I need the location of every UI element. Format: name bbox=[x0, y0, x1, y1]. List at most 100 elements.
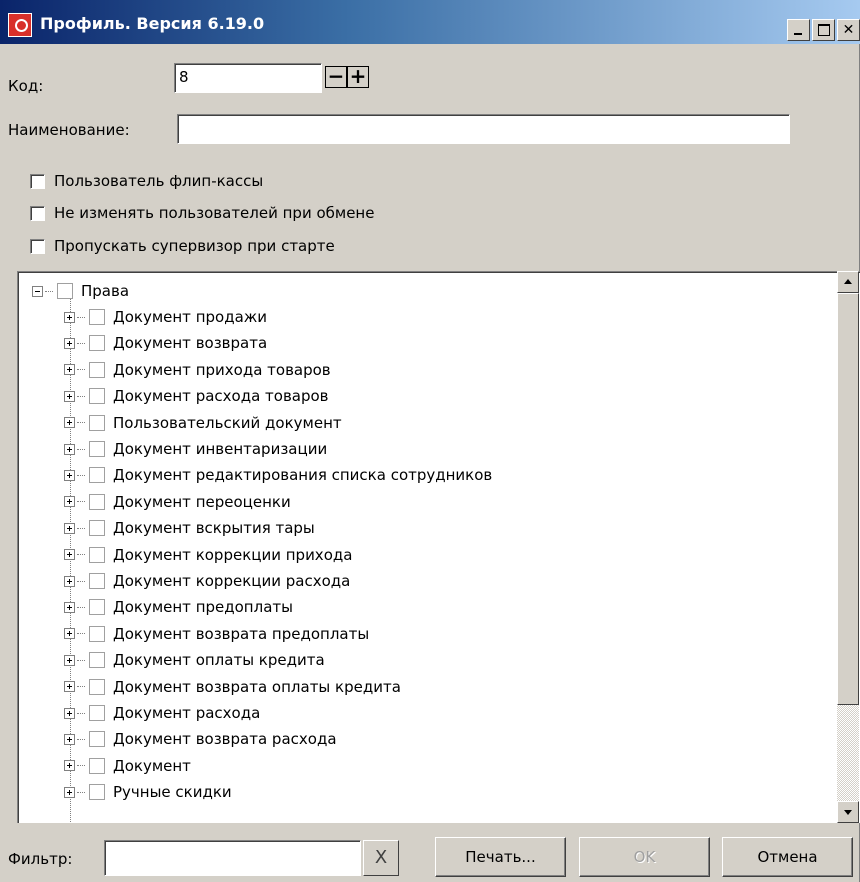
app-icon bbox=[8, 13, 32, 37]
tree-item-checkbox[interactable] bbox=[89, 705, 105, 721]
no-change-users-checkbox-row[interactable]: Не изменять пользователей при обмене bbox=[30, 203, 374, 223]
expand-icon[interactable] bbox=[64, 522, 75, 534]
expand-icon[interactable] bbox=[64, 786, 75, 798]
code-increment-button[interactable]: + bbox=[347, 66, 369, 88]
expand-icon[interactable] bbox=[64, 469, 75, 481]
tree-item-checkbox[interactable] bbox=[89, 599, 105, 616]
skip-supervisor-checkbox[interactable] bbox=[30, 238, 45, 254]
tree-item-checkbox[interactable] bbox=[89, 467, 105, 484]
tree-scrollbar[interactable] bbox=[837, 271, 859, 823]
tree-item[interactable]: Документ коррекции расхода bbox=[64, 568, 350, 594]
tree-root-label: Права bbox=[81, 282, 130, 300]
expand-icon[interactable] bbox=[64, 681, 75, 693]
rights-tree[interactable]: Права Документ продажи Документ возврата Д… bbox=[17, 271, 860, 823]
tree-item[interactable]: Документ расхода товаров bbox=[64, 383, 329, 409]
tree-item[interactable]: Документ переоценки bbox=[64, 489, 291, 515]
close-button[interactable]: ✕ bbox=[837, 19, 860, 41]
ok-button[interactable]: OK bbox=[579, 837, 710, 877]
tree-item[interactable]: Документ прихода товаров bbox=[64, 357, 331, 383]
tree-item[interactable]: Документ предоплаты bbox=[64, 594, 293, 620]
no-change-users-label: Не изменять пользователей при обмене bbox=[54, 204, 375, 222]
expand-icon[interactable] bbox=[64, 496, 75, 508]
flip-cashier-checkbox-row[interactable]: Пользователь флип-кассы bbox=[30, 171, 263, 191]
tree-item-label: Документ возврата предоплаты bbox=[113, 624, 370, 643]
filter-label: Фильтр: bbox=[8, 850, 73, 868]
expand-icon[interactable] bbox=[64, 390, 75, 402]
scroll-up-button[interactable] bbox=[837, 271, 859, 293]
tree-connector bbox=[77, 738, 85, 740]
expand-icon[interactable] bbox=[64, 601, 75, 613]
clear-filter-button[interactable]: X bbox=[363, 840, 399, 876]
no-change-users-checkbox[interactable] bbox=[30, 205, 45, 221]
code-decrement-button[interactable]: − bbox=[325, 66, 347, 88]
expand-icon[interactable] bbox=[64, 443, 75, 455]
tree-item-checkbox[interactable] bbox=[89, 678, 105, 695]
tree-item[interactable]: Пользовательский документ bbox=[64, 410, 342, 436]
title-bar[interactable]: Профиль. Версия 6.19.0 ✕ bbox=[0, 0, 860, 44]
skip-supervisor-checkbox-row[interactable]: Пропускать супервизор при старте bbox=[30, 236, 335, 256]
tree-item[interactable]: Документ возврата расхода bbox=[64, 726, 337, 752]
tree-item[interactable]: Документ вскрытия тары bbox=[64, 515, 315, 541]
code-input[interactable]: 8 bbox=[174, 63, 322, 93]
tree-item-checkbox[interactable] bbox=[89, 520, 105, 537]
collapse-icon[interactable] bbox=[32, 285, 43, 297]
scroll-down-button[interactable] bbox=[837, 801, 859, 823]
tree-item-label: Документ продажи bbox=[113, 308, 268, 326]
print-button[interactable]: Печать... bbox=[435, 837, 566, 877]
tree-item[interactable]: Документ расхода bbox=[64, 700, 260, 726]
filter-input[interactable] bbox=[104, 840, 361, 876]
maximize-button[interactable] bbox=[812, 19, 835, 41]
tree-item-checkbox[interactable] bbox=[89, 414, 105, 431]
expand-icon[interactable] bbox=[64, 628, 75, 640]
expand-icon[interactable] bbox=[64, 707, 75, 719]
tree-item[interactable]: Документ оплаты кредита bbox=[64, 647, 325, 673]
tree-item[interactable]: Документ возврата оплаты кредита bbox=[64, 674, 401, 700]
tree-item-checkbox[interactable] bbox=[89, 784, 105, 801]
tree-item-label: Документ оплаты кредита bbox=[113, 651, 325, 670]
tree-item[interactable]: Документ продажи bbox=[64, 304, 267, 330]
tree-item-checkbox[interactable] bbox=[89, 731, 105, 748]
tree-item-checkbox[interactable] bbox=[89, 546, 105, 563]
expand-icon[interactable] bbox=[64, 654, 75, 666]
tree-connector bbox=[77, 448, 85, 450]
tree-item[interactable]: Документ возврата предоплаты bbox=[64, 621, 369, 647]
tree-item-label: Документ предоплаты bbox=[113, 598, 293, 617]
expand-icon[interactable] bbox=[64, 760, 75, 772]
tree-item-checkbox[interactable] bbox=[89, 757, 105, 774]
tree-connector bbox=[77, 474, 85, 476]
expand-icon[interactable] bbox=[64, 311, 75, 323]
expand-icon[interactable] bbox=[64, 364, 75, 376]
tree-item[interactable]: Документ bbox=[64, 753, 191, 779]
tree-item-checkbox[interactable] bbox=[89, 625, 105, 642]
flip-cashier-checkbox[interactable] bbox=[30, 173, 45, 189]
tree-connector bbox=[77, 554, 85, 556]
tree-connector bbox=[77, 369, 85, 371]
tree-root-checkbox[interactable] bbox=[57, 283, 73, 299]
expand-icon[interactable] bbox=[64, 337, 75, 349]
tree-item[interactable]: Документ коррекции прихода bbox=[64, 542, 352, 568]
tree-item[interactable]: Документ возврата bbox=[64, 330, 267, 356]
tree-connector bbox=[45, 290, 53, 292]
cancel-button[interactable]: Отмена bbox=[722, 837, 853, 877]
tree-root-rights[interactable]: Права bbox=[32, 278, 129, 304]
minimize-button[interactable] bbox=[787, 19, 810, 41]
tree-connector bbox=[77, 501, 85, 503]
expand-icon[interactable] bbox=[64, 733, 75, 745]
tree-item[interactable]: Документ инвентаризации bbox=[64, 436, 327, 462]
tree-item-checkbox[interactable] bbox=[89, 652, 105, 669]
expand-icon[interactable] bbox=[64, 575, 75, 587]
tree-item-checkbox[interactable] bbox=[89, 493, 105, 510]
expand-icon[interactable] bbox=[64, 417, 75, 429]
tree-item[interactable]: Ручные скидки bbox=[64, 779, 232, 805]
name-input[interactable] bbox=[177, 114, 790, 144]
expand-icon[interactable] bbox=[64, 549, 75, 561]
tree-item-checkbox[interactable] bbox=[89, 361, 105, 378]
tree-item-checkbox[interactable] bbox=[89, 441, 105, 457]
scroll-thumb[interactable] bbox=[837, 293, 859, 705]
tree-item-checkbox[interactable] bbox=[89, 388, 105, 405]
tree-item-checkbox[interactable] bbox=[89, 309, 105, 325]
tree-item[interactable]: Документ редактирования списка сотрудник… bbox=[64, 462, 492, 488]
tree-item-checkbox[interactable] bbox=[89, 335, 105, 352]
tree-item-label: Документ возврата bbox=[113, 334, 268, 353]
tree-item-checkbox[interactable] bbox=[89, 573, 105, 589]
